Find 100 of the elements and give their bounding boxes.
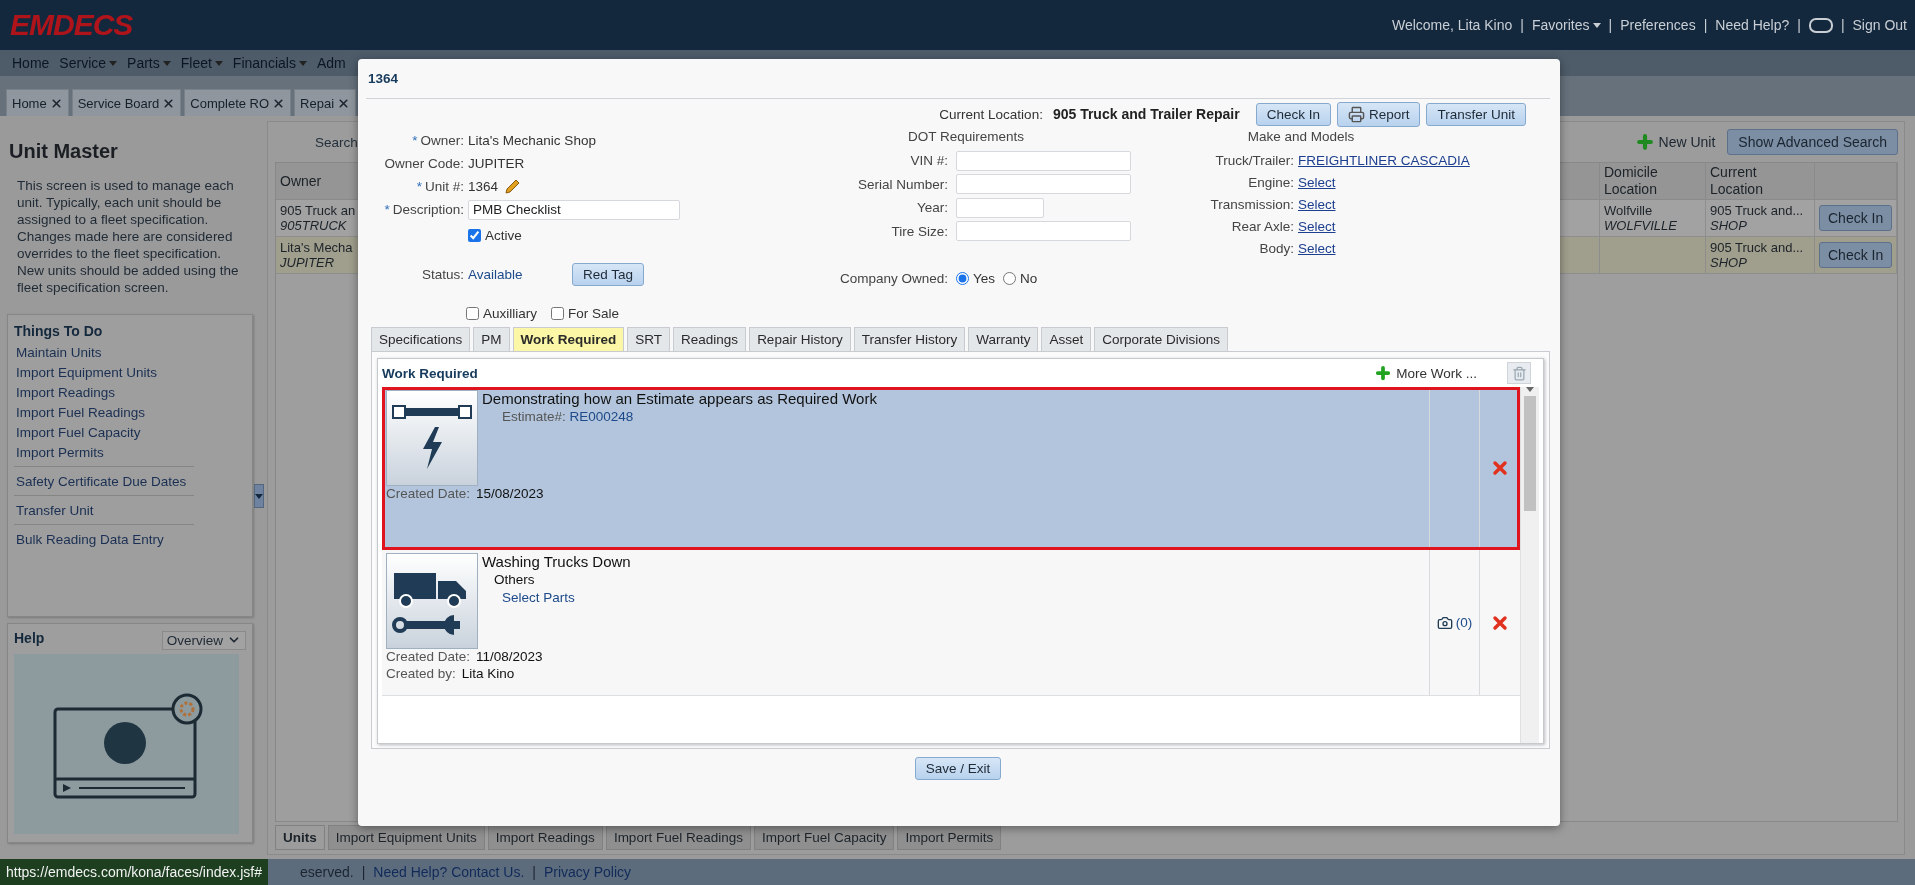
bottom-tab[interactable]: Import Fuel Capacity <box>753 825 895 850</box>
separator: | <box>1840 17 1845 33</box>
input-field[interactable] <box>956 221 1131 242</box>
bottom-tab[interactable]: Import Equipment Units <box>327 825 485 850</box>
tag-button[interactable]: Red Tag <box>572 263 645 286</box>
select-parts-link[interactable]: Select Parts <box>482 590 1429 605</box>
bottom-tab[interactable]: Import Fuel Readings <box>605 825 751 850</box>
page-title: Unit Master <box>9 140 119 163</box>
flag-checkbox[interactable] <box>551 306 564 320</box>
caret-icon <box>1526 387 1534 392</box>
table-cell: 905 Truck and... SHOP <box>1706 237 1815 274</box>
camera-icon[interactable] <box>1436 614 1453 631</box>
work-item[interactable]: Demonstrating how an Estimate appears as Required Work Estimate#: RE000248 Created Date: 15/08/2023 <box>382 387 1520 550</box>
dialog-tab[interactable]: PM <box>473 327 510 351</box>
dialog-tab[interactable]: SRT <box>627 327 671 351</box>
field-label: Truck/Trailer: <box>1214 152 1294 168</box>
model-link[interactable]: Select <box>1298 240 1336 256</box>
photo-count[interactable]: (0) <box>1455 615 1473 630</box>
input-field[interactable] <box>956 174 1131 195</box>
close-icon[interactable] <box>49 96 63 110</box>
bottom-tab[interactable]: Import Permits <box>897 825 1002 850</box>
checkbox-label: For Sale <box>568 305 620 321</box>
todo-link[interactable]: Safety Certificate Due Dates <box>16 472 194 492</box>
todo-link[interactable]: Transfer Unit <box>16 501 194 521</box>
save-exit-button[interactable]: Save / Exit <box>914 757 1002 780</box>
input-field[interactable] <box>956 150 1131 171</box>
header-link[interactable]: Sign Out <box>1852 17 1907 33</box>
caret-icon <box>162 60 171 66</box>
input-field[interactable] <box>956 197 1044 218</box>
scrollbar[interactable] <box>1520 387 1539 743</box>
more-work-link[interactable]: More Work ... <box>1374 364 1477 382</box>
separator: | <box>532 864 536 880</box>
header-link[interactable]: Need Help? <box>1715 17 1790 33</box>
favorites-menu[interactable]: Favorites <box>1531 17 1601 33</box>
dialog-tab[interactable]: Asset <box>1041 327 1092 351</box>
model-link[interactable]: Select <box>1298 218 1336 234</box>
section-title: DOT Requirements <box>906 129 1025 146</box>
dialog-tab[interactable]: Readings <box>673 327 747 351</box>
advanced-search-button[interactable]: Show Advanced Search <box>1727 129 1898 155</box>
bottom-tab[interactable]: Import Readings <box>487 825 603 850</box>
todo-link[interactable]: Maintain Units <box>16 343 194 363</box>
active-checkbox[interactable] <box>468 228 481 242</box>
work-category: Others <box>493 572 536 587</box>
todo-link[interactable]: Import Equipment Units <box>16 363 194 383</box>
dialog-button[interactable]: Check In <box>1255 102 1331 126</box>
field-label: Rear Axle: <box>1230 218 1294 234</box>
field-value: Lita's Mechanic Shop <box>468 133 597 148</box>
description-field[interactable]: PMB Checklist <box>468 199 680 220</box>
todo-link[interactable]: Import Fuel Capacity <box>16 423 194 443</box>
todo-link[interactable]: Import Fuel Readings <box>16 403 194 423</box>
dialog-tab[interactable]: Specifications <box>371 327 471 351</box>
panel-title: Help <box>14 630 45 646</box>
page-tab[interactable]: Complete RO <box>184 89 292 116</box>
help-dropdown[interactable]: Overview <box>161 630 246 650</box>
description-text: This screen is used to manage each unit. Typically, each unit should be assigned to a fleet specification. Changes made here are considered overrides to the fleet specification. New units should be added using the fleet specification screen. <box>17 177 240 296</box>
toggle-icon[interactable] <box>1808 17 1833 33</box>
page-tab[interactable]: Repai <box>294 89 357 116</box>
todo-link[interactable]: Import Permits <box>16 443 194 463</box>
header-link[interactable]: Preferences <box>1620 17 1696 33</box>
caret-icon <box>1592 22 1601 28</box>
flag-checkbox[interactable] <box>466 306 479 320</box>
pencil-icon[interactable] <box>504 178 521 195</box>
caret-icon <box>214 60 223 66</box>
todo-link[interactable]: Import Readings <box>16 383 194 403</box>
separator: | <box>1520 17 1524 33</box>
collapse-handle[interactable] <box>254 484 264 508</box>
dialog-tab[interactable]: Corporate Divisions <box>1094 327 1228 351</box>
radio-button[interactable] <box>1003 272 1017 285</box>
estimate-number: Estimate#: RE000248 <box>501 409 635 424</box>
page-tab[interactable]: Home <box>6 89 69 116</box>
scroll-thumb[interactable] <box>1524 396 1536 511</box>
model-link[interactable]: Select <box>1298 174 1336 190</box>
work-title: Washing Trucks Down <box>481 553 632 570</box>
delete-icon[interactable] <box>1492 460 1508 476</box>
radio-button[interactable] <box>956 272 969 285</box>
separator: | <box>361 864 366 880</box>
dialog-tab[interactable]: Work Required <box>512 327 625 351</box>
field-label: Transmission: <box>1209 196 1294 212</box>
page-tab[interactable]: Service Board <box>71 89 182 116</box>
status-link[interactable]: Available <box>468 267 568 282</box>
model-link[interactable]: Select <box>1298 196 1336 212</box>
delete-icon[interactable] <box>1492 614 1508 631</box>
work-item[interactable]: Washing Trucks Down Others Select Parts Created Date: 11/08/2023 Created by: Lita Kino (0) <box>382 550 1520 696</box>
check-in-button[interactable]: Check In <box>1819 242 1893 268</box>
todo-link[interactable]: Bulk Reading Data Entry <box>16 530 194 550</box>
location-label: Current Location: <box>939 106 1043 122</box>
dialog-tab[interactable]: Warranty <box>968 327 1039 351</box>
new-unit-link[interactable]: New Unit <box>1634 132 1716 152</box>
separator: | <box>1608 17 1613 33</box>
field-label: Body: <box>1258 240 1294 256</box>
dialog-tab[interactable]: Repair History <box>749 327 851 351</box>
field-label: Serial Number: <box>856 176 948 192</box>
dialog-tab[interactable]: Transfer History <box>853 327 966 351</box>
bottom-tab[interactable]: Units <box>275 825 325 850</box>
dialog-button[interactable]: Transfer Unit <box>1426 102 1526 126</box>
check-in-button[interactable]: Check In <box>1819 205 1893 231</box>
model-link[interactable]: FREIGHTLINER CASCADIA <box>1298 152 1470 168</box>
table-cell: Wolfville WOLFVILLE <box>1600 200 1706 237</box>
checkbox-label: Auxilliary <box>483 305 537 321</box>
dialog-button[interactable]: Report <box>1336 101 1421 127</box>
